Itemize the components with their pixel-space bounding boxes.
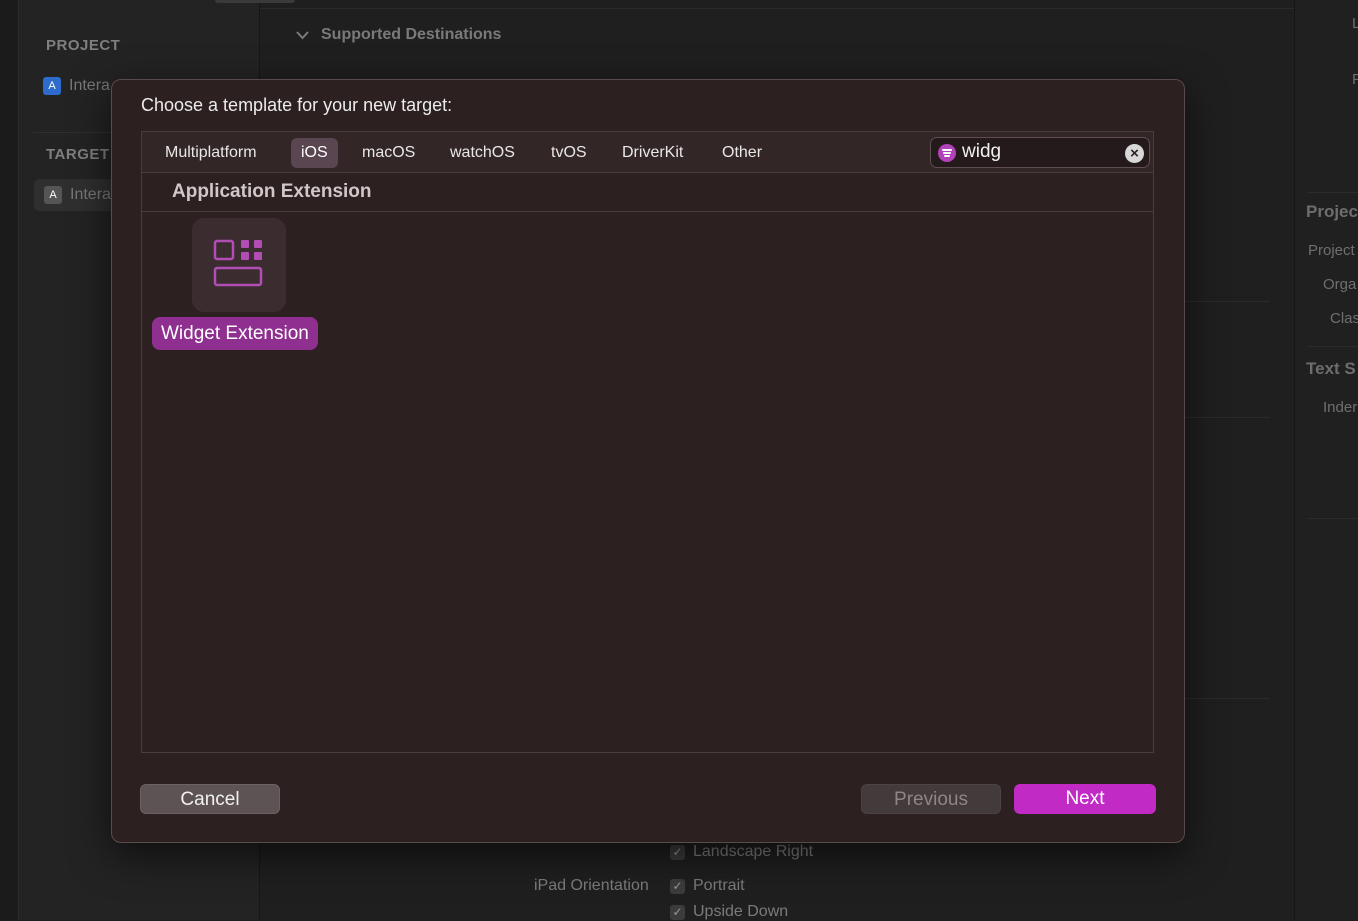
clear-icon[interactable]: × xyxy=(1125,144,1144,163)
tab-watchos[interactable]: watchOS xyxy=(440,138,525,168)
organization-label: Orga xyxy=(1323,276,1357,293)
checkbox-label: Landscape Right xyxy=(693,843,814,860)
supported-destinations-section[interactable]: Supported Destinations xyxy=(296,26,501,44)
tab-ios[interactable]: iOS xyxy=(291,138,338,168)
divider xyxy=(1185,301,1270,302)
dialog-title: Choose a template for your new target: xyxy=(141,95,453,115)
target-item-label: Intera xyxy=(70,186,111,203)
text-settings-header: Text S xyxy=(1306,359,1356,378)
tab-driverkit[interactable]: DriverKit xyxy=(612,138,693,168)
divider xyxy=(1307,192,1358,193)
project-item-label: Intera xyxy=(69,77,110,94)
inspector-label: L xyxy=(1352,15,1358,32)
search-input[interactable]: widg xyxy=(962,141,1001,163)
checkbox-label: Upside Down xyxy=(693,903,789,920)
platform-tab-bar: Multiplatform iOS macOS watchOS tvOS Dri… xyxy=(141,131,1154,173)
portrait-checkbox[interactable]: ✓ Portrait xyxy=(670,877,745,895)
template-search-field[interactable]: widg × xyxy=(930,137,1150,168)
tab-indicator xyxy=(215,0,295,3)
divider xyxy=(1185,698,1270,699)
section-title: Supported Destinations xyxy=(321,26,502,43)
project-document-header: Projec xyxy=(1306,202,1358,221)
checkbox-label: Portrait xyxy=(693,877,745,894)
inspector-label: F xyxy=(1352,71,1358,88)
template-label[interactable]: Widget Extension xyxy=(152,317,318,350)
window-edge xyxy=(0,0,19,920)
previous-button[interactable]: Previous xyxy=(861,784,1001,814)
class-prefix-label: Clas xyxy=(1330,310,1358,327)
template-list: Application Extension Widget Extension xyxy=(141,173,1154,753)
chevron-down-icon xyxy=(296,30,309,39)
targets-section-header: TARGET xyxy=(46,146,110,163)
divider xyxy=(1307,518,1358,519)
tab-other[interactable]: Other xyxy=(712,138,772,168)
template-widget-extension[interactable]: Widget Extension xyxy=(152,218,327,353)
app-icon: A xyxy=(44,186,62,204)
widget-icon xyxy=(213,239,263,287)
upside-down-checkbox[interactable]: ✓ Upside Down xyxy=(670,903,788,921)
cancel-button[interactable]: Cancel xyxy=(140,784,280,814)
editor-top-divider xyxy=(260,8,1294,9)
tab-multiplatform[interactable]: Multiplatform xyxy=(155,138,267,168)
checkmark-icon: ✓ xyxy=(670,878,685,894)
template-icon-tile xyxy=(192,218,286,312)
project-item[interactable]: A Intera xyxy=(43,70,110,102)
project-format-label: Project xyxy=(1308,242,1355,259)
tab-macos[interactable]: macOS xyxy=(352,138,425,168)
indent-label: Inder xyxy=(1323,399,1358,416)
landscape-right-checkbox[interactable]: ✓ Landscape Right xyxy=(670,843,813,861)
next-button[interactable]: Next xyxy=(1014,784,1156,814)
section-header: Application Extension xyxy=(142,173,1153,212)
checkmark-icon: ✓ xyxy=(670,904,685,920)
project-section-header: PROJECT xyxy=(46,37,121,54)
ipad-orientation-label: iPad Orientation xyxy=(534,877,649,894)
new-target-dialog: Choose a template for your new target: M… xyxy=(111,79,1185,843)
inspector-panel: L F Projec Project Orga Clas Text S Inde… xyxy=(1294,0,1358,920)
tab-tvos[interactable]: tvOS xyxy=(541,138,597,168)
checkmark-icon: ✓ xyxy=(670,844,685,860)
section-header-label: Application Extension xyxy=(172,181,372,202)
filter-icon[interactable] xyxy=(938,144,956,162)
divider xyxy=(1185,417,1270,418)
divider xyxy=(1307,346,1358,347)
app-icon: A xyxy=(43,77,61,95)
